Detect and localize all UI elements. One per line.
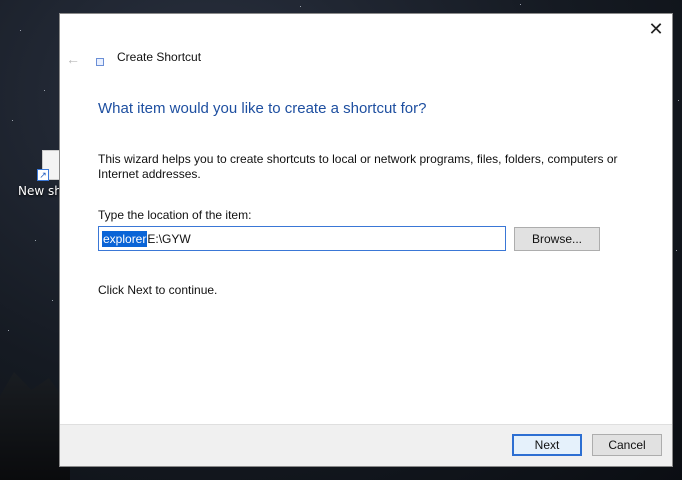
dialog-footer: Next Cancel [60,424,672,466]
selected-text: explorer [102,230,148,247]
location-text: E:\GYW [147,231,191,246]
shortcut-icon [96,58,104,66]
shortcut-arrow-icon: ↗ [37,169,49,181]
location-label: Type the location of the item: [98,208,252,222]
wizard-nav-row: ← Create Shortcut [66,50,202,67]
create-shortcut-dialog: ✕ ← Create Shortcut What item would you … [59,13,673,467]
continue-instruction: Click Next to continue. [98,283,218,297]
back-arrow-icon[interactable]: ← [66,51,84,67]
page-heading: What item would you like to create a sho… [98,100,427,117]
dialog-title: Create Shortcut [117,50,202,64]
location-input[interactable]: explorer E:\GYW [98,226,506,251]
close-icon: ✕ [648,18,664,39]
browse-button[interactable]: Browse... [514,227,600,251]
cancel-button[interactable]: Cancel [592,434,662,456]
close-button[interactable]: ✕ [640,14,672,44]
wizard-description: This wizard helps you to create shortcut… [98,152,618,181]
next-button[interactable]: Next [512,434,582,456]
